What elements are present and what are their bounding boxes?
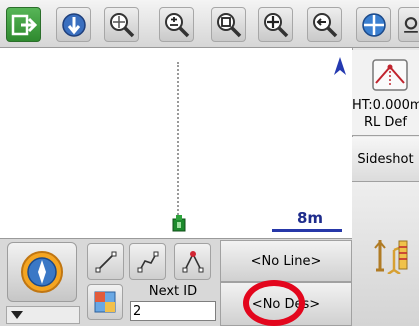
line-tool-icon [95, 251, 116, 272]
zoom-back-button[interactable] [307, 7, 342, 42]
zoom-in-out-button[interactable] [159, 7, 194, 42]
sideshot-button[interactable]: Sideshot [352, 137, 419, 182]
dotted-survey-line [177, 62, 179, 226]
menu-dropdown[interactable] [6, 306, 80, 324]
offset-point-button[interactable] [174, 243, 211, 280]
height-readout: HT:0.000m RL Def [352, 97, 419, 131]
line-select-button[interactable]: <No Line> [220, 240, 352, 282]
zoom-back-icon [312, 12, 337, 37]
zoom-window-icon [216, 12, 241, 37]
crosshair-button[interactable] [356, 7, 391, 42]
map-layers-button[interactable] [87, 284, 123, 320]
draw-line-button[interactable] [87, 243, 124, 280]
next-id-field[interactable] [130, 301, 216, 321]
zoom-in-out-icon [164, 12, 189, 37]
north-arrow-icon [333, 56, 347, 76]
settings-button[interactable] [398, 7, 419, 42]
scale-bar [272, 229, 342, 232]
layers-icon [94, 291, 116, 313]
app-screen: 8m HT:0.000m RL Def Sideshot Next ID 2 <… [0, 0, 419, 326]
offset-point-icon [182, 250, 203, 272]
compass-button[interactable] [7, 242, 77, 302]
compass-icon [21, 251, 63, 293]
scale-label: 8m [296, 209, 324, 227]
chevron-down-icon [11, 311, 23, 319]
zoom-fit-button[interactable] [104, 7, 139, 42]
highlight-circle [243, 280, 305, 326]
instrument-height-icon [370, 57, 410, 93]
settings-icon [404, 16, 418, 33]
target-button[interactable] [56, 7, 91, 42]
exit-icon [11, 14, 37, 35]
top-toolbar [0, 0, 419, 48]
pan-button[interactable] [258, 7, 293, 42]
rl-mode: RL Def [364, 115, 407, 130]
pan-icon [263, 12, 288, 37]
exit-button[interactable] [6, 7, 41, 42]
target-down-icon [61, 12, 86, 37]
next-id-label: Next ID [148, 284, 198, 299]
zoom-fit-icon [109, 12, 134, 37]
ht-value: HT:0.000m [352, 98, 419, 113]
staff-instrument-icon [372, 236, 412, 276]
zoom-window-button[interactable] [211, 7, 246, 42]
draw-polyline-button[interactable] [129, 243, 166, 280]
rover-icon [170, 213, 188, 233]
crosshair-icon [361, 12, 386, 37]
polyline-tool-icon [137, 251, 158, 272]
